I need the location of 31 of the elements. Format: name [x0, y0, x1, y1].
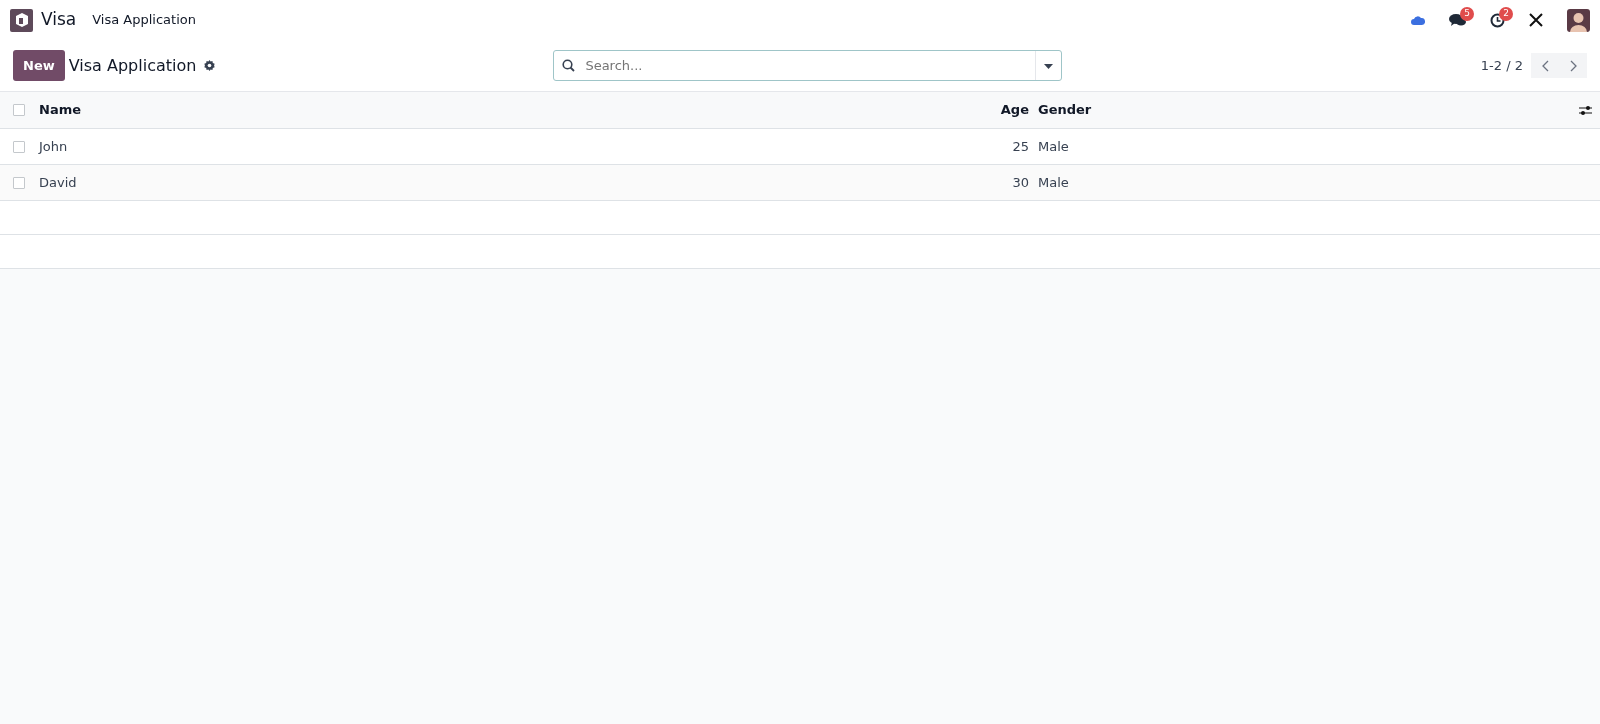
search-icon	[562, 59, 576, 72]
menu-item[interactable]: Visa Application	[92, 10, 196, 30]
user-avatar[interactable]	[1567, 8, 1590, 32]
clock-icon[interactable]	[1490, 12, 1505, 28]
table-cell-text: 25	[1011, 137, 1029, 156]
column-settings-icon[interactable]	[1579, 104, 1592, 116]
row-checkbox[interactable]	[13, 176, 25, 189]
app-name[interactable]: Visa	[41, 7, 77, 33]
cloud-icon[interactable]	[1411, 15, 1425, 25]
search-bar[interactable]: Search...	[553, 50, 1063, 81]
select-all-checkbox[interactable]	[13, 104, 25, 116]
column-header[interactable]: Gender	[1038, 100, 1092, 120]
table-cell-text: Male	[1038, 173, 1069, 192]
app-logo-icon[interactable]	[10, 8, 33, 32]
chevron-right-icon	[1569, 60, 1577, 73]
page-title: Visa Application	[68, 54, 197, 77]
table-cell-text: John	[39, 137, 69, 156]
count-badge: 5	[1460, 7, 1474, 21]
caret-icon	[1044, 63, 1054, 69]
column-header[interactable]: Name	[39, 100, 989, 120]
table-cell-text: 30	[1011, 173, 1029, 192]
search-field[interactable]: Search...	[583, 54, 1036, 77]
table-cell-text: David	[39, 173, 78, 192]
chevron-left-icon	[1541, 60, 1549, 73]
gear-icon[interactable]	[204, 60, 216, 71]
count-badge: 2	[1499, 6, 1513, 21]
column-header[interactable]: Age	[989, 100, 1029, 120]
pager-value[interactable]: 1-2 / 2	[1480, 55, 1523, 76]
row-checkbox[interactable]	[13, 140, 25, 153]
new-button[interactable]: New	[13, 49, 65, 82]
table-cell-text: Male	[1038, 137, 1069, 156]
